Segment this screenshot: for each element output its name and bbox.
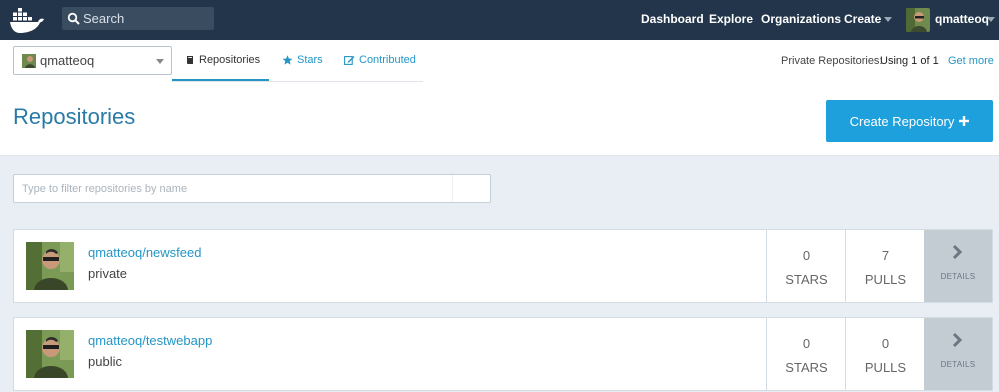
stars-stat: 0 STARS [766,318,845,390]
details-label: DETAILS [940,272,976,281]
pulls-stat: 0 PULLS [845,318,924,390]
repository-visibility: public [88,354,122,369]
create-repository-label: Create Repository [849,113,955,129]
details-button[interactable]: DETAILS [924,230,992,302]
stars-count: 0 [802,336,811,351]
search-input[interactable]: Search [83,11,124,26]
tabs-divider [172,81,423,82]
nav-organizations[interactable]: Organizations [761,12,841,26]
pulls-count: 0 [881,336,890,351]
pulls-count: 7 [881,248,890,263]
pulls-label: PULLS [864,360,907,375]
tab-contributed[interactable]: Contributed [344,54,416,66]
stars-label: STARS [785,272,828,287]
search-box[interactable]: Search [62,7,214,30]
private-repos-label: Private Repositories: [781,55,883,67]
chevron-down-icon [156,59,164,64]
get-more-link[interactable]: Get more [948,55,994,67]
tab-stars[interactable]: Stars [282,54,323,66]
chevron-right-icon [952,244,963,260]
pulls-stat: 7 PULLS [845,230,924,302]
repository-name-link[interactable]: qmatteoq/newsfeed [88,245,201,260]
nav-explore[interactable]: Explore [709,12,753,26]
edit-icon [344,56,355,65]
filter-placeholder: Type to filter repositories by name [22,183,188,195]
details-label: DETAILS [940,360,976,369]
user-avatar[interactable] [906,8,930,32]
namespace-avatar [22,54,36,68]
top-nav: Search Dashboard Explore Organizations C… [0,0,999,40]
page-title: Repositories [13,104,136,129]
namespace-select-value: qmatteoq [40,53,95,68]
filter-divider [452,175,453,202]
nav-create[interactable]: Create [844,12,881,26]
chevron-right-icon [952,332,963,348]
docker-whale-logo[interactable] [8,4,46,36]
stars-stat: 0 STARS [766,230,845,302]
repository-row[interactable]: qmatteoq/newsfeed private 0 STARS 7 PULL… [13,229,993,303]
user-chevron-down-icon[interactable] [987,17,995,22]
private-repos-usage: Using 1 of 1 [880,55,939,67]
create-repository-button[interactable]: Create Repository [826,100,993,142]
active-tab-indicator [172,79,269,81]
stars-count: 0 [802,248,811,263]
repository-avatar [26,330,74,378]
search-icon [67,12,80,25]
create-chevron-down-icon[interactable] [884,17,892,22]
tab-stars-label: Stars [297,54,323,66]
plus-icon [959,116,970,126]
namespace-select[interactable]: qmatteoq [13,46,172,75]
nav-username[interactable]: qmatteoq [935,12,989,26]
tab-repositories[interactable]: Repositories [186,54,260,66]
nav-dashboard[interactable]: Dashboard [641,12,704,26]
repository-visibility: private [88,266,128,281]
pulls-label: PULLS [864,272,907,287]
repository-name-link[interactable]: qmatteoq/testwebapp [88,333,212,348]
repository-filter-input[interactable]: Type to filter repositories by name [13,174,491,203]
tab-repositories-label: Repositories [199,54,261,66]
tab-contributed-label: Contributed [359,54,416,66]
repository-row[interactable]: qmatteoq/testwebapp public 0 STARS 0 PUL… [13,317,993,391]
repository-avatar [26,242,74,290]
stars-label: STARS [785,360,828,375]
star-icon [282,55,293,65]
page-header: qmatteoq Repositories Stars Contributed … [0,40,999,156]
details-button[interactable]: DETAILS [924,318,992,390]
book-icon [187,56,193,64]
